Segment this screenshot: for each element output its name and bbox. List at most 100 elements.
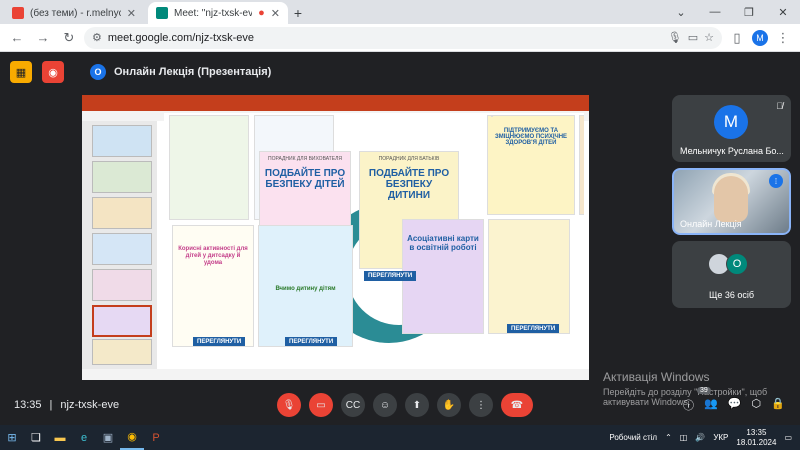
- kebab-menu-icon[interactable]: ⋮: [772, 27, 794, 49]
- file-explorer-icon[interactable]: ▬: [48, 425, 72, 450]
- current-slide: ПІДТРИМУЄМО ТА ЗМІЦНЮЄМО ПСИХІЧНЕ ЗДОРОВ…: [164, 113, 584, 361]
- layout-icon[interactable]: ▦: [10, 61, 32, 83]
- participant-avatar: M: [714, 105, 748, 139]
- clock-time: 13:35: [746, 427, 767, 437]
- bookmark-star-icon[interactable]: ☆: [704, 31, 714, 44]
- slide-thumbnail: [92, 269, 152, 301]
- close-tab-icon[interactable]: ✕: [271, 7, 280, 20]
- task-view-icon[interactable]: ❏: [24, 425, 48, 450]
- reload-icon[interactable]: ↻: [58, 27, 80, 49]
- meeting-time: 13:35: [14, 399, 42, 411]
- microphone-icon[interactable]: 🎙: [668, 31, 682, 44]
- meeting-code: njz-txsk-eve: [60, 399, 120, 411]
- windows-taskbar: ⊞ ❏ ▬ e ▣ ◉ P Робочий стіл ⌃ ◫ 🔊 УКР 13:…: [0, 425, 800, 450]
- url-text: meet.google.com/njz-txsk-eve: [107, 31, 254, 44]
- chat-icon[interactable]: 💬: [728, 397, 742, 413]
- participant-tile-speaking[interactable]: ⁞ Онлайн Лекція: [672, 168, 791, 235]
- site-info-icon[interactable]: ⚙: [92, 31, 102, 44]
- activities-icon[interactable]: ⬡: [751, 397, 761, 413]
- camera-off-button[interactable]: ▭: [309, 393, 333, 417]
- minimize-icon[interactable]: —: [698, 0, 732, 24]
- windows-start-icon[interactable]: ⊞: [0, 425, 24, 450]
- taskbar-clock[interactable]: 13:35 18.01.2024: [736, 428, 776, 448]
- call-controls: 🎙 ▭ CC ☺ ⬆ ✋ ⋮ ☎: [277, 393, 533, 417]
- slide-thumbnail: [92, 339, 152, 365]
- more-participants-avatars: О: [708, 253, 748, 275]
- new-tab-button[interactable]: +: [288, 2, 308, 24]
- slide-thumbnail: [92, 305, 152, 337]
- microphone-off-button[interactable]: 🎙: [277, 393, 301, 417]
- poster-title: Асоціативні карти в освітній роботі: [407, 234, 479, 252]
- poster-title: ПОДБАЙТЕ ПРО БЕЗПЕКУ ДІТЕЙ: [264, 168, 346, 190]
- people-icon[interactable]: 👥: [704, 397, 718, 413]
- tray-chevron-icon[interactable]: ⌃: [665, 433, 672, 442]
- people-count-badge: 39: [697, 387, 711, 394]
- poster-cooperation-guide: ПЕРЕГЛЯНУТИ: [488, 219, 570, 334]
- camera-icon[interactable]: ▭: [688, 31, 698, 44]
- present-screen-button[interactable]: ⬆: [405, 393, 429, 417]
- participant-tile[interactable]: 🎙̸ M Мельничук Руслана Бо...: [672, 95, 791, 162]
- meeting-details-icon[interactable]: ⓘ: [683, 397, 694, 413]
- view-button[interactable]: ПЕРЕГЛЯНУТИ: [285, 337, 338, 346]
- more-participants-tile[interactable]: О Ще 36 осіб: [672, 241, 791, 308]
- emoji-reaction-button[interactable]: ☺: [373, 393, 397, 417]
- shared-screen: ПІДТРИМУЄМО ТА ЗМІЦНЮЄМО ПСИХІЧНЕ ЗДОРОВ…: [82, 95, 589, 380]
- volume-icon[interactable]: 🔊: [695, 433, 705, 442]
- powerpoint-icon[interactable]: P: [144, 425, 168, 450]
- poster-title: Вчимо дитину дітям: [275, 286, 336, 292]
- record-icon[interactable]: ◉: [42, 61, 64, 83]
- desktop-label[interactable]: Робочий стіл: [609, 433, 657, 442]
- raise-hand-button[interactable]: ✋: [437, 393, 461, 417]
- poster-mental-health: ПІДТРИМУЄМО ТА ЗМІЦНЮЄМО ПСИХІЧНЕ ЗДОРОВ…: [487, 115, 575, 215]
- presentation-chip[interactable]: O Онлайн Лекція (Презентація): [90, 64, 271, 80]
- poster-heading: ПОРАДНИК ДЛЯ БАТЬКІВ: [378, 156, 440, 162]
- view-button[interactable]: ПЕРЕГЛЯНУТИ: [193, 337, 246, 346]
- browser-tab-strip: (без теми) - r.melnychuk@ipp... ✕ Meet: …: [0, 0, 800, 24]
- host-controls-icon[interactable]: 🔒: [771, 397, 785, 413]
- clock-date: 18.01.2024: [736, 437, 777, 447]
- back-icon[interactable]: ←: [6, 27, 28, 49]
- close-tab-icon[interactable]: ✕: [127, 7, 136, 20]
- presentation-title: Онлайн Лекція (Презентація): [114, 66, 272, 78]
- meeting-info: 13:35 | njz-txsk-eve: [14, 399, 119, 411]
- restore-icon[interactable]: ❐: [732, 0, 766, 24]
- end-call-button[interactable]: ☎: [501, 393, 533, 417]
- video-person-face: [714, 176, 748, 222]
- poster-teach-children: Вчимо дитину дітям ПЕРЕГЛЯНУТИ: [258, 225, 353, 347]
- speaking-indicator-icon: ⁞: [769, 174, 783, 188]
- slide-thumbnail: [92, 161, 152, 193]
- notifications-icon[interactable]: ▭: [784, 433, 792, 442]
- language-indicator[interactable]: УКР: [713, 433, 728, 442]
- tab-title: (без теми) - r.melnychuk@ipp...: [30, 7, 121, 19]
- edge-icon[interactable]: e: [72, 425, 96, 450]
- network-icon[interactable]: ◫: [680, 433, 688, 442]
- meet-header: ▦ ◉ O Онлайн Лекція (Презентація): [0, 52, 800, 92]
- captions-button[interactable]: CC: [341, 393, 365, 417]
- side-controls: ⓘ 👥 💬 ⬡ 🔒: [683, 397, 785, 413]
- view-button[interactable]: ПЕРЕГЛЯНУТИ: [364, 271, 417, 281]
- forward-icon[interactable]: →: [32, 27, 54, 49]
- participant-name: Онлайн Лекція: [680, 219, 742, 229]
- participant-name: Мельничук Руслана Бо...: [680, 146, 784, 156]
- poster-cooperation-main: [491, 115, 493, 117]
- tab-search-icon[interactable]: ⌄: [664, 0, 698, 24]
- view-button[interactable]: ПЕРЕГЛЯНУТИ: [507, 324, 560, 333]
- chrome-icon[interactable]: ◉: [120, 425, 144, 450]
- system-tray: Робочий стіл ⌃ ◫ 🔊 УКР 13:35 18.01.2024 …: [609, 425, 792, 450]
- close-window-icon[interactable]: ✕: [766, 0, 800, 24]
- window-controls: ⌄ — ❐ ✕: [664, 0, 800, 24]
- ppt-status-bar: [82, 369, 589, 380]
- address-bar[interactable]: ⚙ meet.google.com/njz-txsk-eve 🎙 ▭ ☆: [84, 26, 722, 49]
- more-options-button[interactable]: ⋮: [469, 393, 493, 417]
- browser-tab-gmail[interactable]: (без теми) - r.melnychuk@ipp... ✕: [4, 2, 144, 24]
- separator: |: [49, 399, 53, 411]
- side-panel-icon[interactable]: ▯: [726, 27, 748, 49]
- profile-avatar[interactable]: M: [752, 29, 768, 46]
- app-icon[interactable]: ▣: [96, 425, 120, 450]
- ppt-ribbon: [82, 95, 589, 111]
- watermark-title: Активація Windows: [603, 370, 710, 384]
- browser-tab-meet[interactable]: Meet: "njz-txsk-eve" ● ✕: [148, 2, 288, 24]
- poster-title: ПІДТРИМУЄМО ТА ЗМІЦНЮЄМО ПСИХІЧНЕ ЗДОРОВ…: [494, 128, 568, 146]
- poster-title: Корисні активності для дітей у дитсадку …: [178, 246, 248, 266]
- slide-thumbnail: [92, 233, 152, 265]
